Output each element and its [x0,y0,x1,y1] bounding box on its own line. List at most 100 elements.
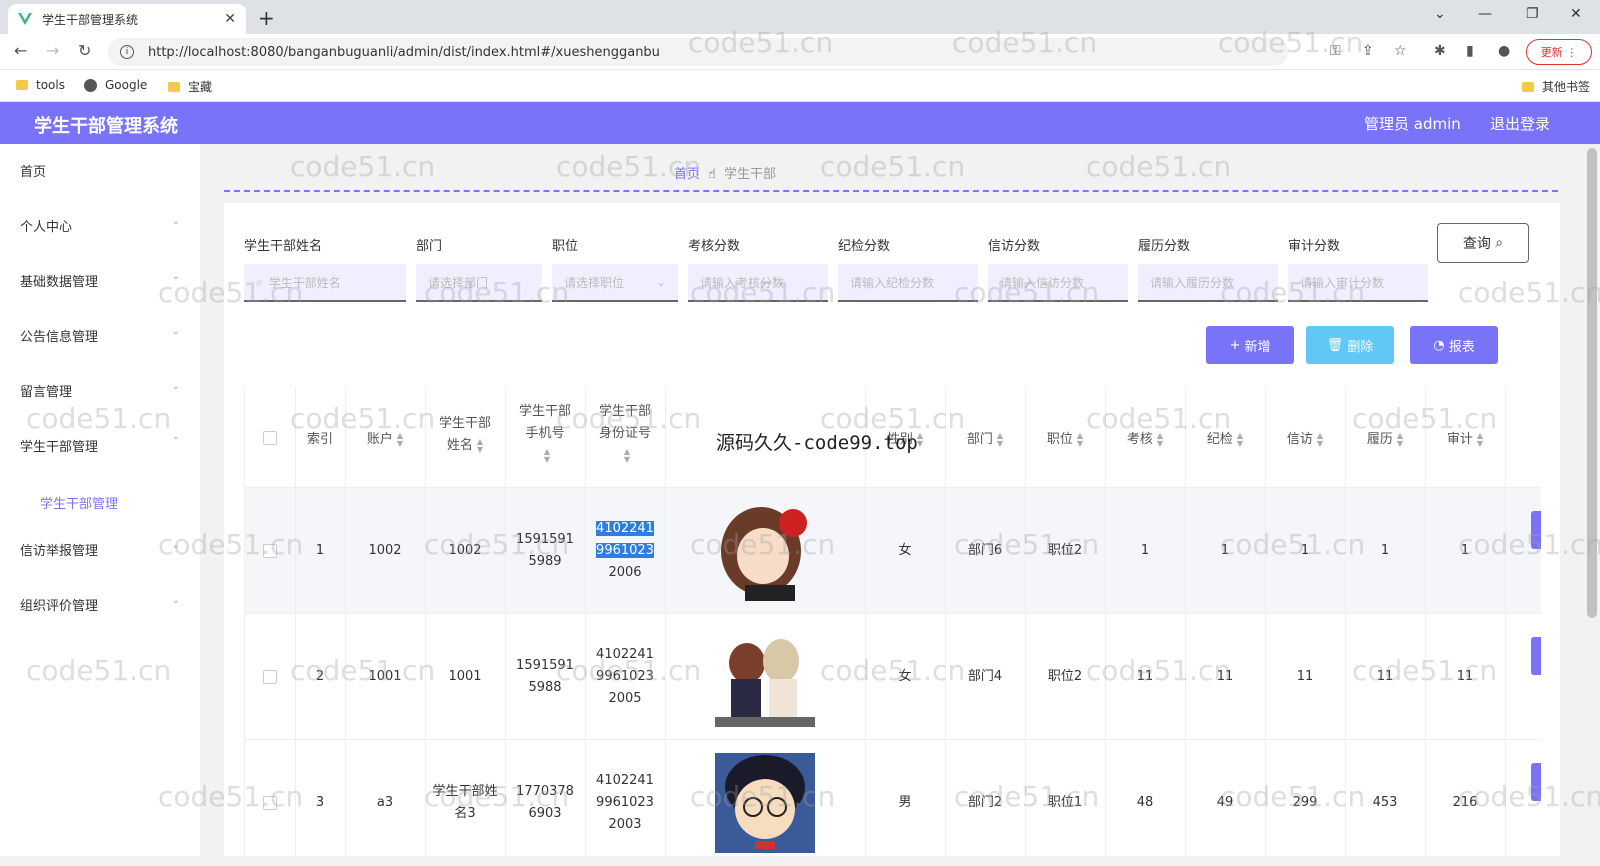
star-icon[interactable]: ☆ [1394,43,1407,59]
header-dept[interactable]: 部门 ▲ ▼ [945,429,1025,451]
reload-icon[interactable]: ↻ [78,41,91,60]
row-checkbox[interactable] [263,670,277,684]
header-account[interactable]: 账户 ▲ ▼ [345,429,425,451]
query-button[interactable]: 查询 ⌕ [1437,223,1529,263]
header-lvli[interactable]: 履历 ▲ ▼ [1345,429,1425,451]
row-checkbox[interactable] [263,544,277,558]
breadcrumb-home[interactable]: 首页 [674,167,700,182]
user-label: 管理员 admin [1364,115,1461,133]
select-all-checkbox[interactable] [263,431,277,445]
placeholder-text: 请输入审计分数 [1300,275,1385,290]
sort-icon[interactable]: ▲ ▼ [917,431,923,448]
add-button[interactable]: + 新增 [1206,326,1294,364]
sort-icon[interactable]: ▲ ▼ [477,437,483,454]
cell-dept: 部门4 [967,669,1003,684]
url-field[interactable]: i http://localhost:8080/banganbuguanli/a… [108,38,1288,66]
sort-icon[interactable]: ▲ ▼ [624,447,630,464]
update-button[interactable]: 更新 ⋮ [1526,39,1592,65]
column-divider [505,387,506,856]
header-jijian[interactable]: 纪检 ▲ ▼ [1185,429,1265,451]
sidebar-item-reports[interactable]: 信访举报管理 ⌄ [20,540,180,559]
header-name[interactable]: 学生干部姓名 ▲ ▼ [435,413,495,457]
close-tab-icon[interactable]: ✕ [224,11,236,27]
scrollbar-thumb[interactable] [1587,148,1597,618]
sort-icon[interactable]: ▲ ▼ [544,447,550,464]
sort-icon[interactable]: ▲ ▼ [1397,431,1403,448]
sort-icon[interactable]: ▲ ▼ [1157,431,1163,448]
sidebar-item-basic-data[interactable]: 基础数据管理 ⌄ [20,271,180,290]
row-action-button[interactable] [1531,637,1541,675]
header-label: 考核 [1126,432,1153,447]
xinfang-input[interactable]: 请输入信访分数 [988,264,1128,302]
dept-select[interactable]: 请选择部门 [416,264,542,302]
sidebar-subitem-cadres[interactable]: 学生干部管理 [40,493,118,512]
close-window-icon[interactable]: ✕ [1570,6,1582,22]
bookmarks-bar: tools Google 宝藏 其他书签 [0,70,1600,102]
watermark: code51.cn [1086,150,1232,183]
sort-icon[interactable]: ▲ ▼ [1317,431,1323,448]
bookmark-treasure[interactable]: 宝藏 [168,78,212,95]
delete-button[interactable]: 🗑 删除 [1306,326,1394,364]
sort-icon[interactable]: ▲ ▼ [1077,431,1083,448]
back-icon[interactable]: ← [14,41,27,60]
key-icon[interactable]: ⚿ [1330,43,1341,59]
chevron-down-icon[interactable]: ⌄ [1434,6,1446,22]
cell-dept: 部门6 [967,543,1003,558]
extensions-icon[interactable]: ✱ [1434,43,1446,59]
forward-icon[interactable]: → [46,41,59,60]
row-action-button[interactable] [1531,511,1541,549]
header-xinfang[interactable]: 信访 ▲ ▼ [1265,429,1345,451]
info-icon[interactable]: i [120,45,134,59]
restore-icon[interactable]: ❐ [1526,6,1539,22]
sidebar-item-notice[interactable]: 公告信息管理 ⌄ [20,326,180,345]
shenji-input[interactable]: 请输入审计分数 [1288,264,1428,302]
new-tab-icon[interactable]: + [258,6,275,30]
filter-label-lvli: 履历分数 [1138,239,1191,254]
page-scrollbar[interactable] [1584,144,1600,856]
cell-kaohe: 11 [1136,669,1154,684]
bookmark-other[interactable]: 其他书签 [1522,78,1590,95]
sort-icon[interactable]: ▲ ▼ [1237,431,1243,448]
sidebar-item-cadres[interactable]: 学生干部管理 ⌃ [20,436,180,455]
cadre-table: 索引 账户 ▲ ▼ 学生干部姓名 ▲ ▼ 学生干部手机号 ▲ ▼ 学生干部身份证号 ▲ ▼ 性别… [244,387,1541,866]
sidebar-item-messages[interactable]: 留言管理 ⌄ [20,381,180,400]
sidebar-item-evaluation[interactable]: 组织评价管理 ⌄ [20,595,180,614]
name-search-input[interactable]: ⌕ 学生干部姓名 [244,264,406,302]
hand-icon: ☝ [708,167,716,182]
sort-icon[interactable]: ▲ ▼ [997,431,1003,448]
bookmark-label: tools [36,78,65,92]
sort-icon[interactable]: ▲ ▼ [397,431,403,448]
bookmark-tools[interactable]: tools [16,78,65,92]
row-action-button[interactable] [1531,763,1541,801]
cell-position: 职位2 [1047,669,1083,684]
browser-tab[interactable]: 学生干部管理系统 ✕ [8,4,246,34]
header-phone[interactable]: 学生干部手机号 ▲ ▼ [513,401,577,467]
sort-icon[interactable]: ▲ ▼ [1477,431,1483,448]
column-divider [1425,387,1426,856]
header-shenji[interactable]: 审计 ▲ ▼ [1425,429,1505,451]
minimize-icon[interactable]: — [1478,6,1492,22]
profile-icon[interactable]: ● [1498,43,1510,59]
cell-position: 职位1 [1047,795,1083,810]
report-button[interactable]: ◔ 报表 [1410,326,1498,364]
row-checkbox[interactable] [263,796,277,810]
avatar-image[interactable] [715,753,815,853]
sidepanel-icon[interactable]: ▮ [1466,43,1474,59]
jijian-input[interactable]: 请输入纪检分数 [838,264,978,302]
header-position[interactable]: 职位 ▲ ▼ [1025,429,1105,451]
header-idcard[interactable]: 学生干部身份证号 ▲ ▼ [593,401,657,467]
chevron-up-icon: ⌃ [171,436,180,447]
avatar-image[interactable] [715,501,815,601]
kaohe-input[interactable]: 请输入考核分数 [688,264,828,302]
avatar-image[interactable] [715,627,815,727]
position-select[interactable]: 请选择职位 ⌄ [552,264,678,302]
lvli-input[interactable]: 请输入履历分数 [1138,264,1278,302]
share-icon[interactable]: ⇪ [1362,43,1374,59]
bookmark-google[interactable]: Google [84,78,147,92]
logout-button[interactable]: 退出登录 [1490,113,1550,134]
sidebar-item-profile[interactable]: 个人中心 ⌄ [20,216,180,235]
breadcrumb: 首页 ☝ 学生干部 [674,163,776,182]
sidebar-item-home[interactable]: 首页 [20,161,180,180]
header-kaohe[interactable]: 考核 ▲ ▼ [1105,429,1185,451]
cell-name: 学生干部姓名3 [432,784,498,821]
